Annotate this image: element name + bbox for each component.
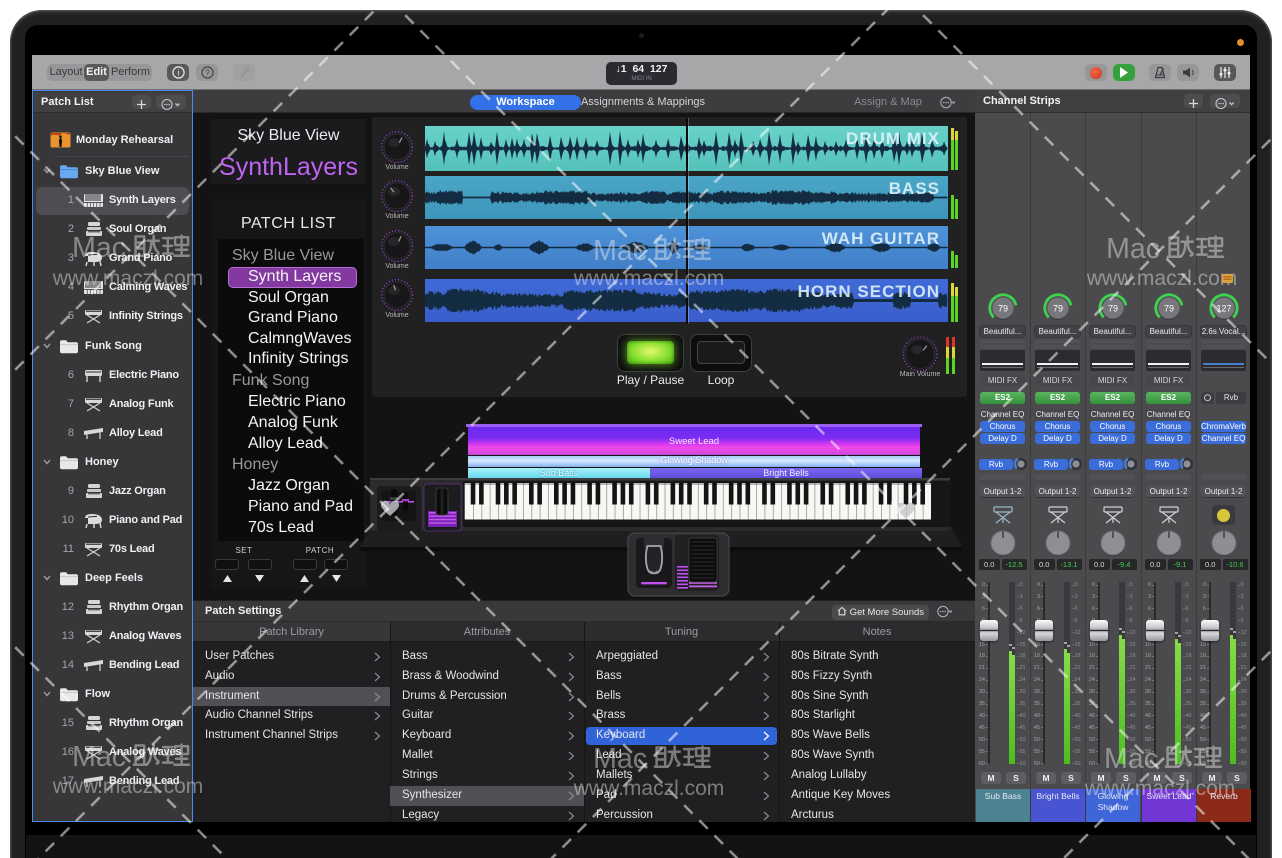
svg-text:79: 79	[1052, 304, 1062, 314]
svg-text:i: i	[177, 68, 179, 77]
svg-text:?: ?	[205, 68, 210, 77]
svg-text:79: 79	[1163, 304, 1173, 314]
svg-text:79: 79	[997, 304, 1007, 314]
svg-text:79: 79	[1107, 304, 1117, 314]
svg-text:127: 127	[1216, 304, 1231, 314]
